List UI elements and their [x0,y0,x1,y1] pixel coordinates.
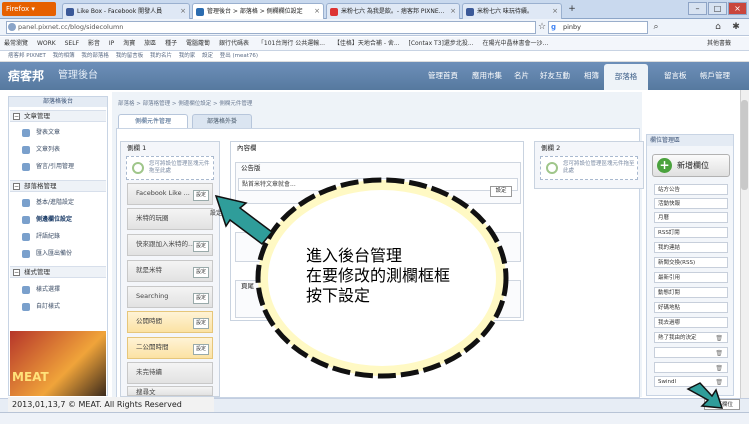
callout-text: 進入後台管理 在要修改的測欄框框 按下設定 [306,246,450,306]
callout-line: 進入後台管理 [306,246,403,265]
arrow-icon [686,382,724,409]
callout-line: 在要修改的測欄框框 [306,266,451,285]
arrow-icon [214,194,274,246]
annotation-overlay [214,177,724,409]
callout-line: 按下設定 [306,286,371,305]
